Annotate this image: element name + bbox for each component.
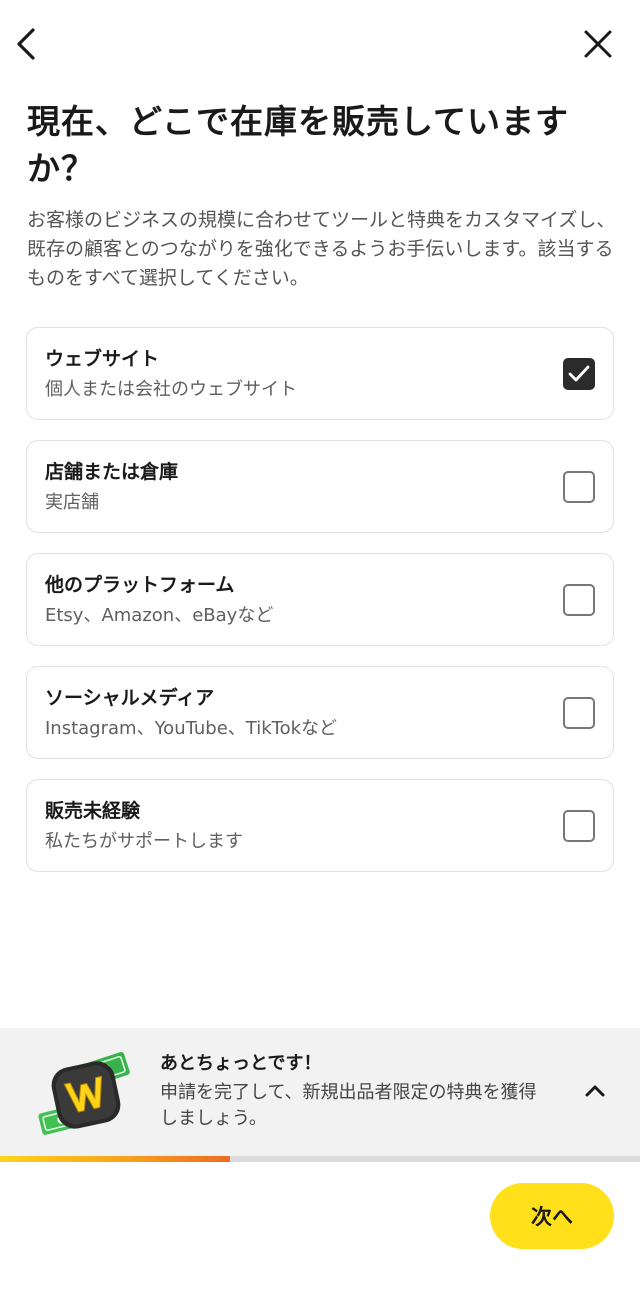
promo-text: 申請を完了して、新規出品者限定の特典を獲得しましょう。: [160, 1082, 537, 1129]
promo-title: あとちょっとです！: [160, 1053, 322, 1074]
onboarding-screen: 現在、どこで在庫を販売していますか？ お客様のビジネスの規模に合わせてツールと特…: [0, 0, 640, 1311]
option-label: 他のプラットフォーム: [45, 574, 235, 596]
money-w-icon: [38, 1051, 130, 1135]
option-description: 個人または会社のウェブサイト: [45, 379, 297, 400]
page-title: 現在、どこで在庫を販売していますか？: [27, 102, 570, 188]
option-label: ソーシャルメディア: [45, 687, 215, 709]
promo-banner: あとちょっとです！ 申請を完了して、新規出品者限定の特典を獲得しましょう。: [0, 1028, 640, 1156]
top-bar: [0, 0, 640, 90]
option-not-selling-yet[interactable]: 販売未経験 私たちがサポートします: [26, 779, 614, 872]
option-checkbox[interactable]: [563, 584, 595, 616]
option-description: Etsy、Amazon、eBayなど: [45, 605, 274, 626]
option-checkbox[interactable]: [563, 358, 595, 390]
checkmark-icon: [568, 365, 590, 382]
chevron-left-icon: [17, 28, 35, 60]
close-button[interactable]: [576, 22, 620, 66]
option-social-media[interactable]: ソーシャルメディア Instagram、YouTube、TikTokなど: [26, 666, 614, 759]
next-button[interactable]: 次へ: [490, 1183, 614, 1249]
option-label: ウェブサイト: [45, 348, 160, 370]
option-description: Instagram、YouTube、TikTokなど: [45, 718, 338, 739]
option-checkbox[interactable]: [563, 471, 595, 503]
progress-fill: [0, 1156, 231, 1162]
option-checkbox[interactable]: [563, 697, 595, 729]
option-description: 実店舗: [45, 492, 99, 513]
options-list: ウェブサイト 個人または会社のウェブサイト 店舗または倉庫 実店舗 他のプラット…: [26, 327, 614, 892]
close-icon: [584, 30, 612, 58]
option-label: 販売未経験: [45, 800, 141, 822]
option-checkbox[interactable]: [563, 810, 595, 842]
option-other-platforms[interactable]: 他のプラットフォーム Etsy、Amazon、eBayなど: [26, 553, 614, 646]
option-website[interactable]: ウェブサイト 個人または会社のウェブサイト: [26, 327, 614, 420]
collapse-button[interactable]: [580, 1076, 610, 1106]
chevron-up-icon: [585, 1085, 605, 1097]
back-button[interactable]: [8, 22, 44, 66]
option-description: 私たちがサポートします: [45, 831, 243, 852]
page-subtitle: お客様のビジネスの規模に合わせてツールと特典をカスタマイズし、既存の顧客とのつな…: [27, 209, 616, 289]
option-store[interactable]: 店舗または倉庫 実店舗: [26, 440, 614, 533]
option-label: 店舗または倉庫: [45, 461, 179, 483]
progress-bar: [0, 1156, 640, 1162]
